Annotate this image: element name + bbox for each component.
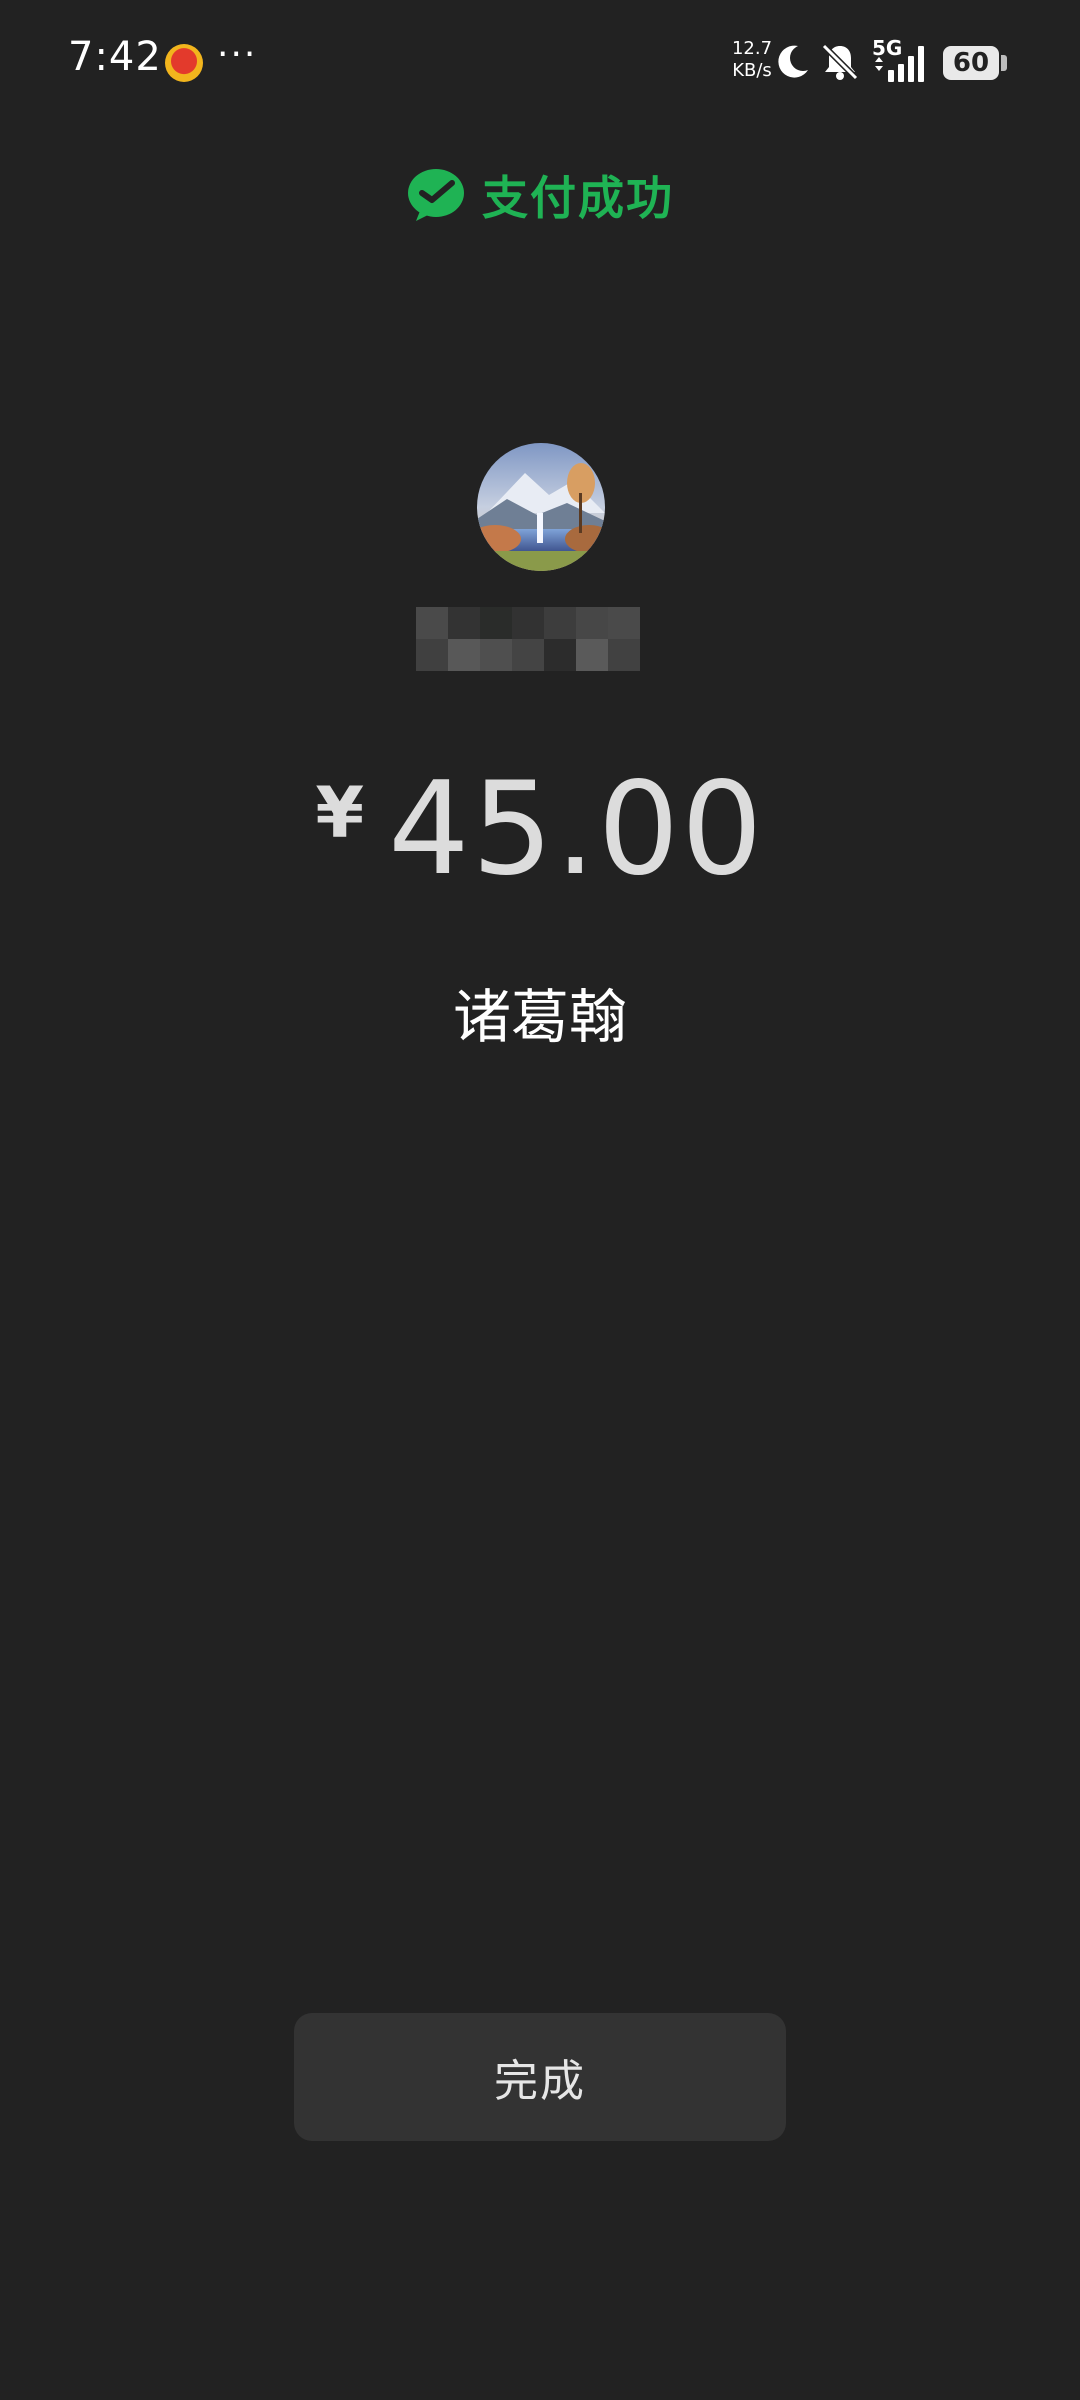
payment-success-header: 支付成功 (0, 160, 1080, 230)
app-notification-icon (165, 44, 203, 82)
signal-bars-icon (875, 46, 924, 82)
battery-level: 60 (943, 46, 999, 80)
cellular-signal: 5G (872, 36, 934, 84)
wechat-pay-icon (408, 169, 464, 221)
done-button[interactable]: 完成 (294, 2013, 786, 2141)
page-title: 支付成功 (482, 171, 674, 225)
muted-bell-icon (821, 43, 859, 81)
obscured-merchant-name (416, 607, 640, 671)
status-time: 7:42 (68, 34, 162, 80)
currency-symbol: ¥ (315, 772, 365, 854)
payee-name: 诸葛翰 (452, 983, 627, 1051)
status-bar: 7:42 ··· 12.7 KB/s 5G 60 (0, 0, 1080, 126)
do-not-disturb-moon-icon (778, 45, 808, 78)
landscape-painting-image (477, 443, 605, 571)
battery-cap (1001, 55, 1007, 71)
payment-amount: ¥ 45.00 (0, 760, 1080, 900)
more-notifications-icon: ··· (217, 34, 258, 75)
amount-value: 45.00 (388, 755, 765, 904)
merchant-avatar (477, 443, 605, 571)
